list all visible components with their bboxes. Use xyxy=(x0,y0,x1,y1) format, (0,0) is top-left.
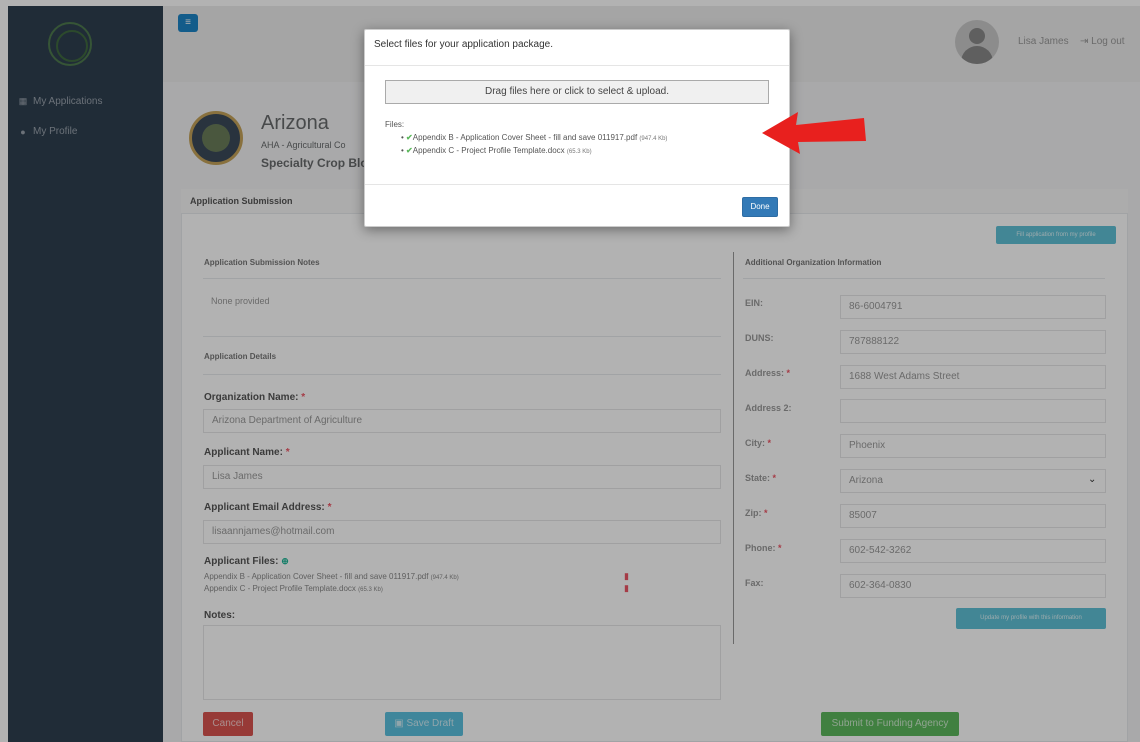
modal-title: Select files for your application packag… xyxy=(374,39,553,50)
divider xyxy=(365,65,789,66)
modal-files-label: Files: xyxy=(385,120,405,129)
check-icon: ✔ xyxy=(406,146,413,155)
divider xyxy=(365,184,789,185)
done-button[interactable]: Done xyxy=(742,197,778,217)
check-icon: ✔ xyxy=(406,133,413,142)
modal-file-item: • ✔Appendix B - Application Cover Sheet … xyxy=(401,133,668,142)
modal-file-item: • ✔Appendix C - Project Profile Template… xyxy=(401,146,592,155)
file-dropzone[interactable]: Drag files here or click to select & upl… xyxy=(385,80,769,104)
red-arrow-icon xyxy=(762,112,866,154)
upload-modal: Select files for your application packag… xyxy=(364,29,790,227)
